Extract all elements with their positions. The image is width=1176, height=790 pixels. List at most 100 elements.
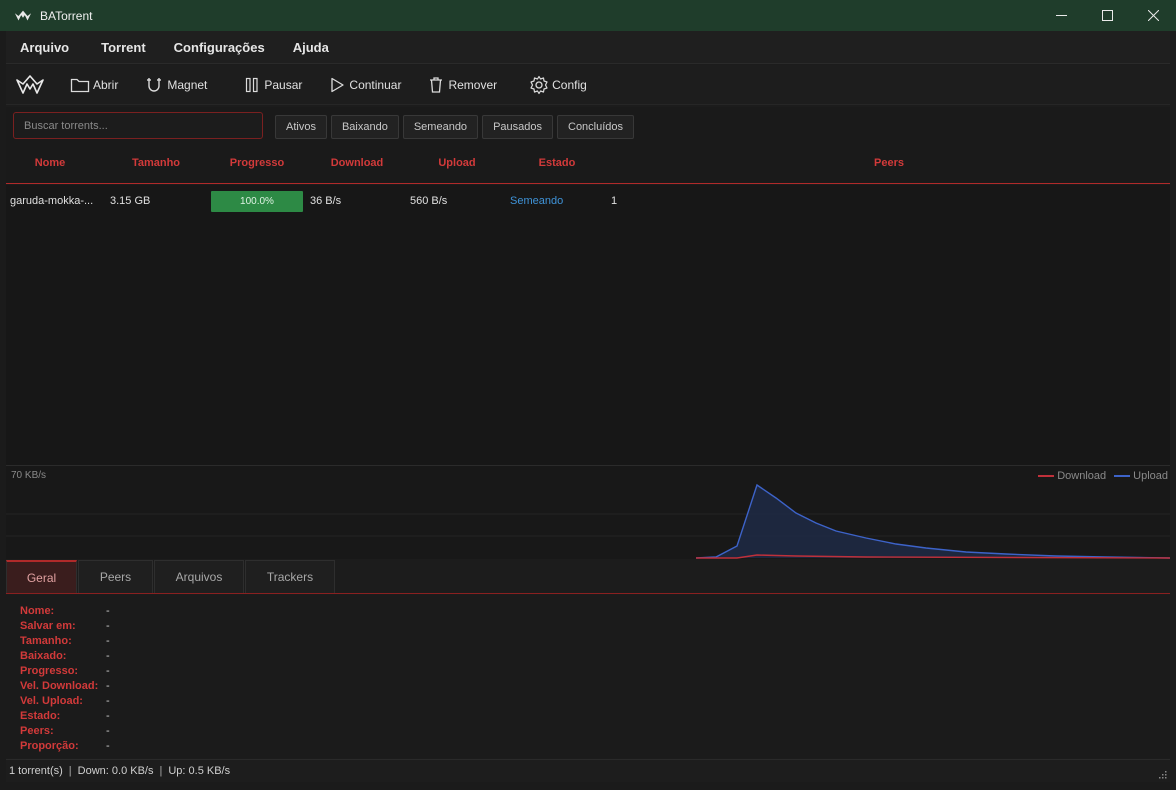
torrent-upload-speed: 560 B/s (410, 195, 448, 207)
magnet-button[interactable]: Magnet (144, 71, 207, 99)
detail-value: - (106, 665, 110, 677)
detail-value: - (106, 650, 110, 662)
pause-label: Pausar (264, 77, 303, 92)
filter-concluidos[interactable]: Concluídos (557, 115, 635, 139)
detail-label: Peers: (20, 725, 54, 737)
minimize-button[interactable] (1038, 0, 1084, 31)
bat-logo-icon (16, 74, 44, 94)
detail-row: Estado: - (20, 709, 1170, 724)
close-icon (1147, 10, 1159, 21)
status-bar: 1 torrent(s) | Down: 0.0 KB/s | Up: 0.5 … (6, 759, 1170, 782)
close-button[interactable] (1130, 0, 1176, 31)
detail-label: Nome: (20, 605, 55, 617)
filter-semeando[interactable]: Semeando (402, 115, 479, 139)
detail-value: - (106, 710, 110, 722)
menu-bar: Arquivo Torrent Configurações Ajuda (6, 31, 1170, 64)
filter-ativos[interactable]: Ativos (275, 115, 327, 139)
table-row[interactable]: garuda-mokka-... 3.15 GB 100.0% 36 B/s 5… (6, 186, 1170, 216)
torrent-download-speed: 36 B/s (310, 195, 342, 207)
detail-row: Vel. Upload: - (20, 694, 1170, 709)
detail-value: - (106, 740, 110, 752)
status-down-speed: Down: 0.0 KB/s (77, 765, 154, 777)
maximize-icon (1101, 10, 1113, 21)
tab-arquivos[interactable]: Arquivos (154, 560, 244, 593)
pause-icon (246, 77, 258, 92)
detail-value: - (106, 680, 110, 692)
detail-label: Proporção: (20, 740, 79, 752)
detail-row: Peers: - (20, 724, 1170, 739)
detail-value: - (106, 725, 110, 737)
open-button[interactable]: Abrir (70, 71, 118, 99)
filter-bar: Ativos Baixando Semeando Pausados Conclu… (6, 107, 1170, 143)
filter-pausados[interactable]: Pausados (482, 115, 553, 139)
resize-grip-icon[interactable] (1158, 770, 1167, 779)
status-separator: | (159, 765, 163, 777)
toolbar: Abrir Magnet Pausar Continuar Remover Co… (6, 65, 1170, 105)
column-header-tamanho[interactable]: Tamanho (111, 143, 201, 184)
detail-value: - (106, 635, 110, 647)
column-header-nome[interactable]: Nome (6, 143, 94, 184)
graph-plot (6, 483, 1170, 559)
minimize-icon (1055, 15, 1067, 16)
tab-trackers[interactable]: Trackers (245, 560, 335, 593)
detail-label: Tamanho: (20, 635, 72, 647)
app-logo (16, 73, 44, 97)
torrent-peers: 1 (611, 195, 618, 207)
torrent-size: 3.15 GB (110, 195, 151, 207)
detail-row: Vel. Download: - (20, 679, 1170, 694)
progress-bar: 100.0% (211, 191, 303, 212)
tab-peers[interactable]: Peers (78, 560, 153, 593)
window-title: BATorrent (40, 8, 93, 23)
detail-label: Estado: (20, 710, 61, 722)
detail-label: Baixado: (20, 650, 67, 662)
search-input[interactable] (13, 112, 263, 139)
menu-ajuda[interactable]: Ajuda (279, 40, 343, 55)
speed-graph: 70 KB/s Download Upload (6, 465, 1170, 559)
status-up-speed: Up: 0.5 KB/s (168, 765, 231, 777)
magnet-label: Magnet (167, 77, 208, 92)
status-torrent-count: 1 torrent(s) (9, 765, 63, 777)
upload-area (696, 485, 1170, 558)
config-label: Config (552, 77, 587, 92)
detail-row: Baixado: - (20, 649, 1170, 664)
detail-row: Salvar em: - (20, 619, 1170, 634)
column-header-peers[interactable]: Peers (609, 143, 1169, 184)
title-bar: BATorrent (0, 0, 1176, 31)
detail-row: Proporção: - (20, 739, 1170, 754)
config-button[interactable]: Config (529, 71, 587, 99)
open-label: Abrir (93, 77, 119, 92)
remove-label: Remover (448, 77, 498, 92)
menu-configuracoes[interactable]: Configurações (160, 40, 279, 55)
detail-label: Vel. Download: (20, 680, 99, 692)
bat-logo-icon (14, 10, 32, 20)
detail-value: - (106, 620, 110, 632)
detail-row: Progresso: - (20, 664, 1170, 679)
tab-geral[interactable]: Geral (6, 560, 77, 593)
column-header-download[interactable]: Download (309, 143, 405, 184)
detail-row: Tamanho: - (20, 634, 1170, 649)
column-header-progresso[interactable]: Progresso (209, 143, 305, 184)
trash-icon (430, 76, 443, 93)
resume-button[interactable]: Continuar (328, 71, 401, 99)
play-icon (331, 77, 345, 92)
torrent-name: garuda-mokka-... (10, 195, 94, 207)
maximize-button[interactable] (1084, 0, 1130, 31)
detail-tabs: Geral Peers Arquivos Trackers (6, 559, 1170, 594)
column-header-upload[interactable]: Upload (409, 143, 505, 184)
detail-label: Progresso: (20, 665, 79, 677)
column-header-estado[interactable]: Estado (509, 143, 605, 184)
torrent-state: Semeando (510, 195, 564, 207)
folder-icon (70, 78, 90, 92)
remove-button[interactable]: Remover (427, 71, 497, 99)
detail-value: - (106, 695, 110, 707)
magnet-icon (147, 77, 162, 92)
details-panel: Nome: - Salvar em: - Tamanho: - Baixado: - P… (6, 595, 1170, 758)
detail-value: - (106, 605, 110, 617)
torrent-table-header: Nome Tamanho Progresso Download Upload E… (6, 143, 1170, 184)
filter-baixando[interactable]: Baixando (330, 115, 399, 139)
menu-arquivo[interactable]: Arquivo (6, 40, 83, 55)
status-separator: | (68, 765, 72, 777)
menu-torrent[interactable]: Torrent (87, 40, 160, 55)
pause-button[interactable]: Pausar (243, 71, 302, 99)
detail-label: Vel. Upload: (20, 695, 83, 707)
